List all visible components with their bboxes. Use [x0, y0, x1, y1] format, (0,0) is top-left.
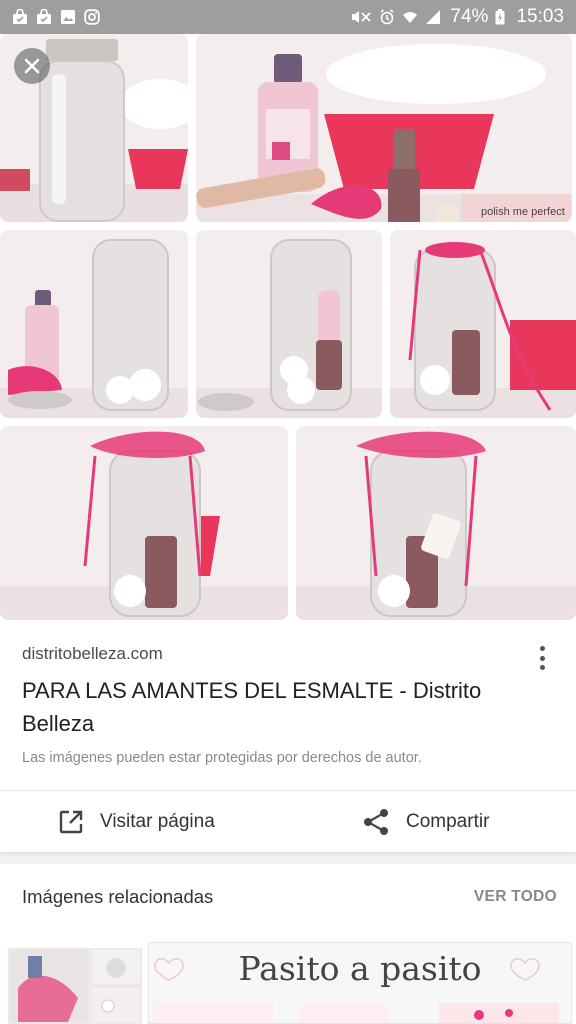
photo-jar-with-items	[0, 230, 188, 418]
related-image-pasito[interactable]: Pasito a pasito	[148, 942, 572, 1024]
more-options-button[interactable]	[532, 642, 552, 674]
related-images-heading: Imágenes relacionadas	[22, 886, 214, 907]
polish-box-label: polish me perfect	[481, 206, 565, 218]
photo-jar-bow-left	[0, 426, 288, 620]
bag-icon	[12, 8, 28, 25]
bag-icon	[36, 8, 52, 25]
result-domain[interactable]: distritobelleza.com	[22, 644, 554, 664]
status-bar: 74% 15:03	[0, 0, 576, 34]
image-icon	[60, 9, 76, 25]
see-all-button[interactable]: VER TODO	[474, 888, 557, 906]
close-button[interactable]	[14, 48, 50, 84]
signal-icon	[425, 9, 441, 25]
action-bar: Visitar página Compartir	[0, 790, 576, 852]
copyright-notice: Las imágenes pueden estar protegidas por…	[22, 750, 422, 766]
open-in-new-icon	[58, 809, 84, 835]
related-image-collage[interactable]	[8, 948, 142, 1024]
close-icon	[23, 57, 41, 75]
system-status: 74% 15:03	[350, 6, 564, 28]
notification-icons	[12, 8, 100, 25]
battery-percent: 74%	[450, 6, 489, 27]
related-images-section: Imágenes relacionadas VER TODO Pasito a …	[0, 864, 576, 1024]
image-preview[interactable]: polish me perfect	[0, 34, 576, 624]
result-title[interactable]: PARA LAS AMANTES DEL ESMALTE - Distrito …	[22, 674, 502, 740]
alarm-icon	[379, 9, 395, 25]
mute-icon	[350, 9, 372, 25]
wifi-icon	[402, 9, 418, 25]
battery-icon	[495, 9, 505, 25]
result-info-card: distritobelleza.com PARA LAS AMANTES DEL…	[0, 624, 576, 790]
photo-jar-bow-right	[296, 426, 576, 620]
share-icon	[362, 808, 390, 836]
share-button[interactable]: Compartir	[362, 808, 489, 836]
pasito-banner-text: Pasito a pasito	[238, 949, 482, 988]
photo-supplies: polish me perfect	[196, 34, 572, 222]
instagram-icon	[84, 9, 100, 25]
visit-page-label: Visitar página	[100, 810, 215, 832]
photo-jar-ribbon	[390, 230, 576, 418]
visit-page-button[interactable]: Visitar página	[58, 809, 215, 835]
photo-jar-cotton	[196, 230, 382, 418]
share-label: Compartir	[406, 810, 490, 832]
clock: 15:03	[516, 6, 564, 27]
more-vert-icon	[539, 646, 545, 651]
